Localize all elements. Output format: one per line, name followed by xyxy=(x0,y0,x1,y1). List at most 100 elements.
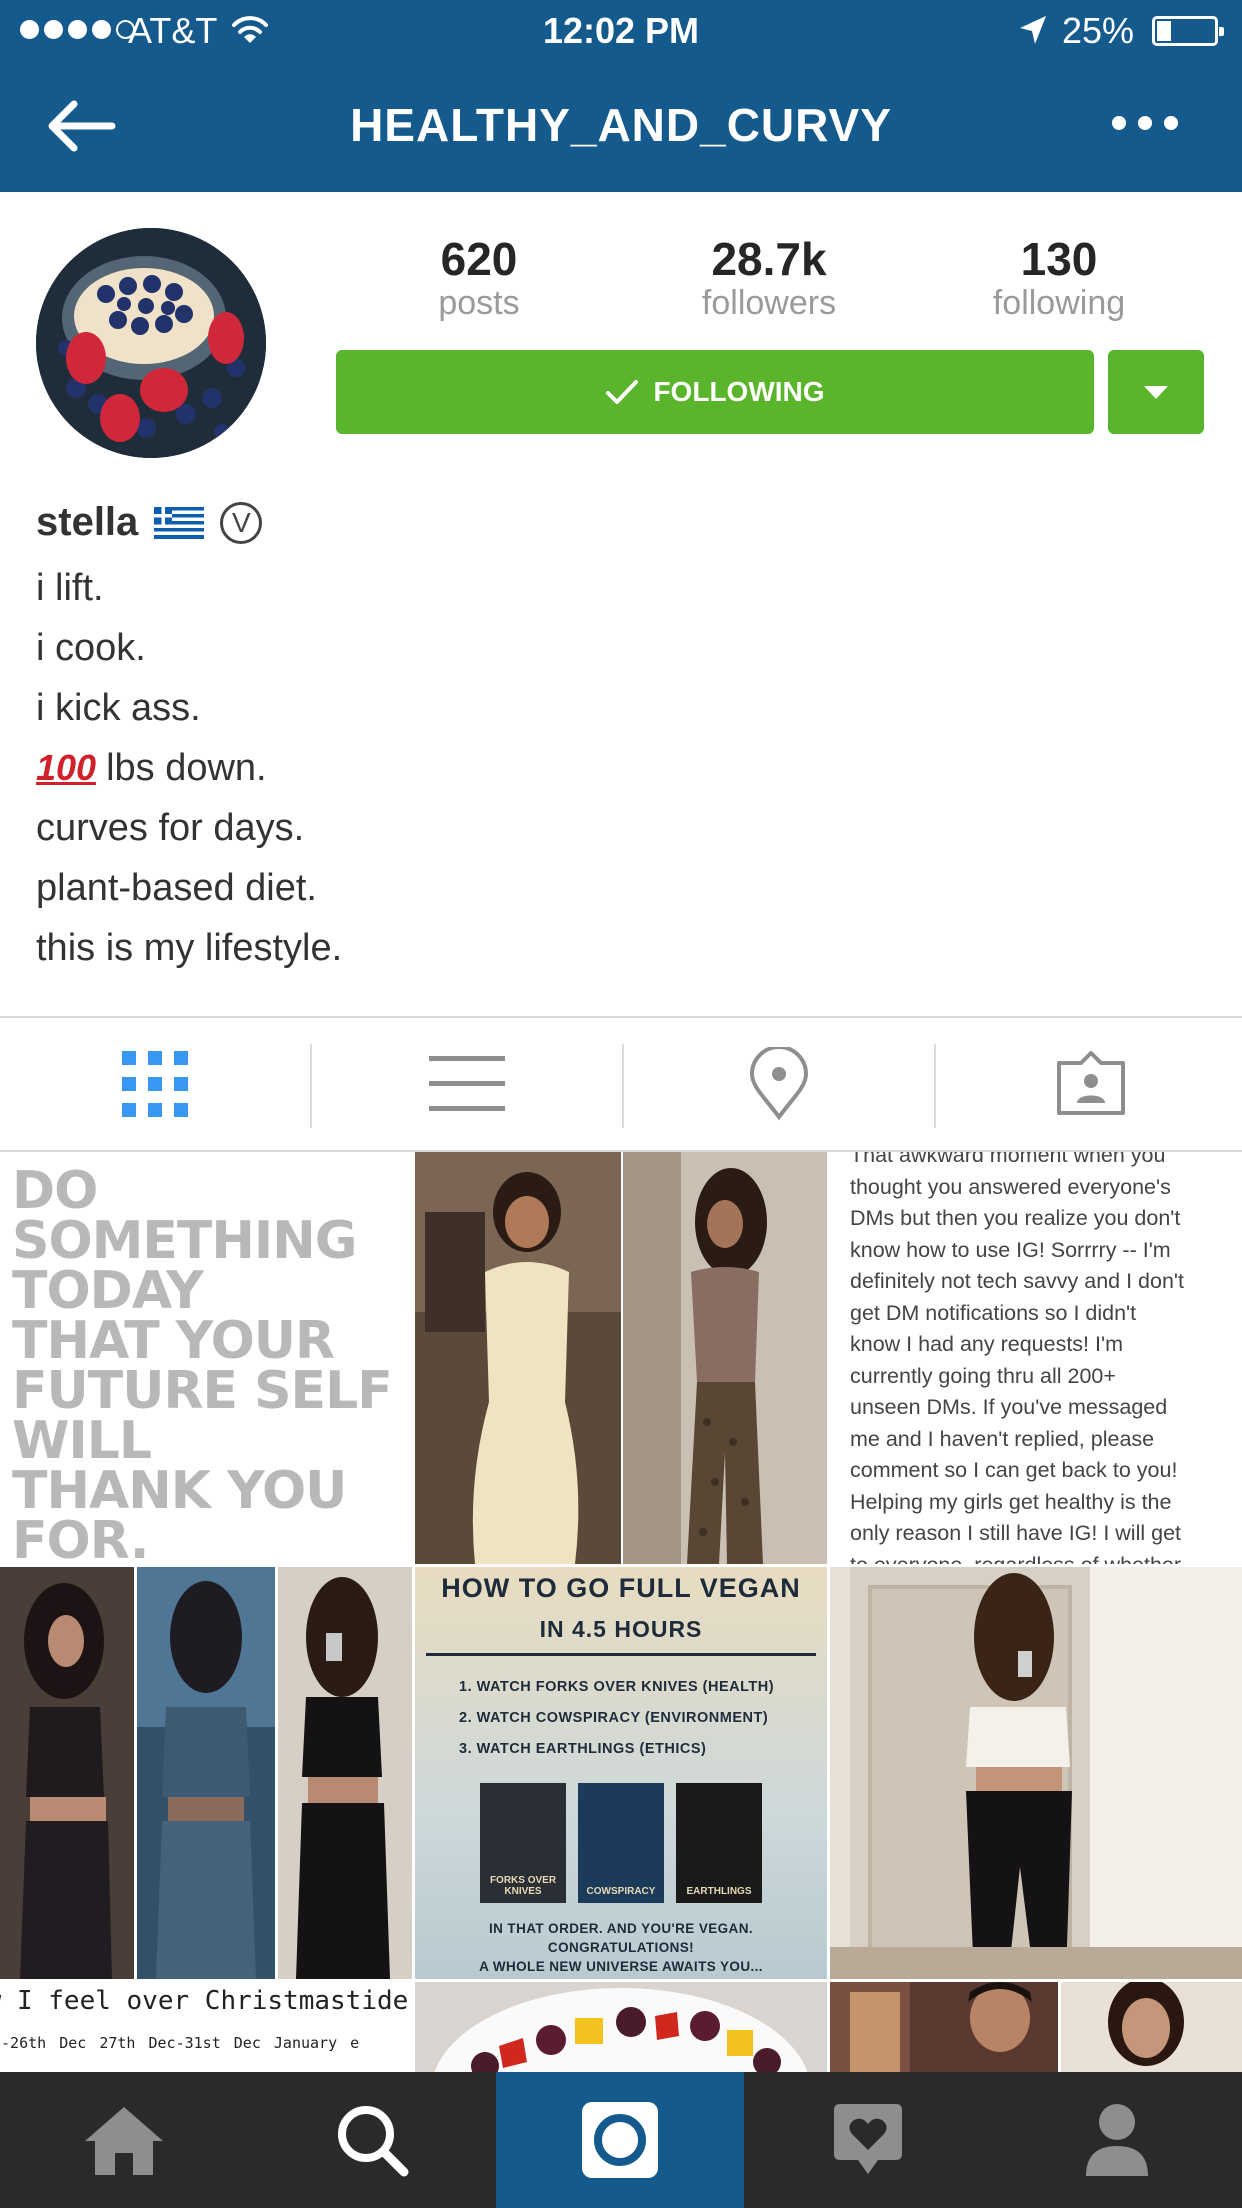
text-post-line: get DM notifications so I didn't xyxy=(850,1300,1137,1325)
post-christmas-collage[interactable]: ow I feel over Christmastide. :-26th Dec… xyxy=(0,1982,412,2072)
activity-heart-icon xyxy=(834,2104,902,2174)
profile-stats: 620 posts 28.7k followers 130 following xyxy=(334,232,1204,332)
text-post-line: to everyone, regardless of whether xyxy=(850,1550,1224,1565)
avatar xyxy=(36,228,266,458)
vegan-subtitle: IN 4.5 HOURS xyxy=(539,1616,703,1642)
nav-camera[interactable] xyxy=(496,2072,744,2208)
post-image xyxy=(415,1152,827,1564)
vegan-step: 1. WATCH FORKS OVER KNIVES (HEALTH) xyxy=(459,1679,775,1695)
bio-line: this is my lifestyle. xyxy=(36,927,343,969)
post-photo-couple[interactable] xyxy=(830,1982,1242,2072)
post-image xyxy=(830,1567,1242,1979)
battery-percent: 25% xyxy=(1062,10,1135,51)
quote-line: THANK YOU xyxy=(12,1461,347,1521)
profile-username-title: HEALTHY_AND_CURVY xyxy=(350,99,892,151)
checkmark-icon xyxy=(606,380,639,404)
location-pin-icon xyxy=(749,1047,809,1121)
post-vegan-infographic[interactable]: HOW TO GO FULL VEGAN IN 4.5 HOURS 1. WAT… xyxy=(415,1567,827,1979)
nav-activity[interactable] xyxy=(744,2072,992,2208)
text-post-line: comment so I can get back to you! xyxy=(850,1458,1178,1482)
quote-line: DO xyxy=(12,1161,98,1221)
quote-line: SOMETHING xyxy=(12,1211,357,1271)
following-count: 130 xyxy=(1020,233,1098,285)
battery-icon xyxy=(1152,16,1224,46)
nav-profile[interactable] xyxy=(992,2072,1242,2208)
location-arrow-icon xyxy=(1020,16,1046,44)
greek-flag-icon xyxy=(154,506,205,539)
bio-line: lbs down. xyxy=(106,747,267,789)
nav-search[interactable] xyxy=(248,2072,496,2208)
vegan-footer-line: A WHOLE NEW UNIVERSE AWAITS YOU... xyxy=(479,1959,763,1974)
following-button[interactable]: FOLLOWING xyxy=(336,350,1094,434)
avatar-image xyxy=(36,228,266,458)
tab-list-view[interactable] xyxy=(312,1018,622,1150)
grid-icon xyxy=(122,1051,188,1117)
display-name: stella xyxy=(36,500,139,544)
following-stat[interactable]: 130 following xyxy=(914,232,1204,323)
following-button-label: FOLLOWING xyxy=(653,376,825,407)
profile-icon xyxy=(1086,2104,1148,2176)
post-quote[interactable]: DO SOMETHING TODAY THAT YOUR FUTURE SELF… xyxy=(0,1152,412,1564)
text-post-line: know I had any requests! I'm xyxy=(850,1332,1123,1356)
text-post-line: Helping my girls get healthy is the xyxy=(850,1489,1172,1514)
posts-grid: DO SOMETHING TODAY THAT YOUR FUTURE SELF… xyxy=(0,1152,1242,2072)
post-photo-triptych[interactable] xyxy=(0,1567,412,1979)
profile-name-row: stella V xyxy=(36,500,263,545)
badge-letter: V xyxy=(231,506,251,538)
vegan-title: HOW TO GO FULL VEGAN xyxy=(441,1573,801,1603)
movie-poster: COWSPIRACY xyxy=(578,1783,664,1903)
home-icon xyxy=(85,2107,163,2175)
text-post-line: only reason I still have IG! I will get xyxy=(850,1521,1182,1545)
post-text-note[interactable]: That awkward moment when you thought you… xyxy=(830,1152,1242,1564)
camera-icon xyxy=(582,2102,658,2178)
post-image xyxy=(830,1982,1242,2072)
post-image xyxy=(415,1982,827,2072)
text-post-line: currently going thru all 200+ xyxy=(850,1363,1116,1388)
quote-line: TODAY xyxy=(12,1261,204,1321)
christmas-dates: :-26th Dec 27th Dec-31st Dec January e xyxy=(0,2034,360,2052)
profile-view-tabs xyxy=(0,1016,1242,1152)
bio-line: i kick ass. xyxy=(36,687,201,729)
search-icon xyxy=(338,2106,409,2177)
bio-line-emoji: 100 lbs down. xyxy=(36,740,342,800)
tab-places[interactable] xyxy=(624,1018,934,1150)
post-fruit-plate[interactable] xyxy=(415,1982,827,2072)
quote-line: FUTURE SELF xyxy=(12,1361,393,1421)
posts-label: posts xyxy=(438,284,520,322)
posts-stat[interactable]: 620 posts xyxy=(334,232,624,323)
quote-line: FOR. xyxy=(12,1511,150,1564)
status-time: 12:02 PM xyxy=(542,10,700,51)
status-bar: AT&T 12:02 PM 25% xyxy=(0,0,1242,62)
vegan-footer-line: IN THAT ORDER. AND YOU'RE VEGAN. xyxy=(488,1921,754,1936)
profile-bio: i lift. i cook. i kick ass. 100 lbs down.… xyxy=(36,560,342,980)
post-image xyxy=(0,1567,412,1979)
movie-poster: EARTHLINGS xyxy=(676,1783,762,1903)
hundred-points-icon: 100 xyxy=(36,747,97,788)
text-post-line: That awkward moment when you xyxy=(850,1152,1166,1167)
vegan-step: 3. WATCH EARTHLINGS (ETHICS) xyxy=(459,1741,707,1757)
text-post-line: thought you answered everyone's xyxy=(850,1174,1171,1199)
circled-v-icon: V xyxy=(220,501,263,544)
top-bar: AT&T 12:02 PM 25% HEALTHY_AND_CURVY xyxy=(0,0,1242,192)
post-photo-mirror[interactable] xyxy=(830,1567,1242,1979)
post-photo-collage[interactable] xyxy=(415,1152,827,1564)
vegan-step: 2. WATCH COWSPIRACY (ENVIRONMENT) xyxy=(459,1710,769,1726)
bio-line: i cook. xyxy=(36,627,146,669)
suggestions-dropdown-button[interactable] xyxy=(1108,350,1204,434)
nav-home[interactable] xyxy=(0,2072,248,2208)
text-post-line: unseen DMs. If you've messaged xyxy=(850,1395,1168,1419)
text-post-line: definitely not tech savvy and I don't xyxy=(850,1269,1184,1293)
text-post-line: me and I haven't replied, please xyxy=(850,1426,1155,1451)
following-label: following xyxy=(992,284,1126,322)
quote-line: THAT YOUR xyxy=(12,1311,335,1371)
bio-line: plant-based diet. xyxy=(36,867,317,909)
followers-label: followers xyxy=(701,284,837,322)
bio-line: curves for days. xyxy=(36,807,305,849)
movie-poster: FORKS OVER KNIVES xyxy=(480,1783,566,1903)
tab-grid-view[interactable] xyxy=(0,1018,310,1150)
more-horizontal-icon[interactable] xyxy=(1112,116,1178,130)
vegan-footer-line: CONGRATULATIONS! xyxy=(547,1940,695,1955)
followers-stat[interactable]: 28.7k followers xyxy=(624,232,914,323)
quote-line: WILL xyxy=(12,1411,152,1471)
tab-tagged[interactable] xyxy=(936,1018,1242,1150)
